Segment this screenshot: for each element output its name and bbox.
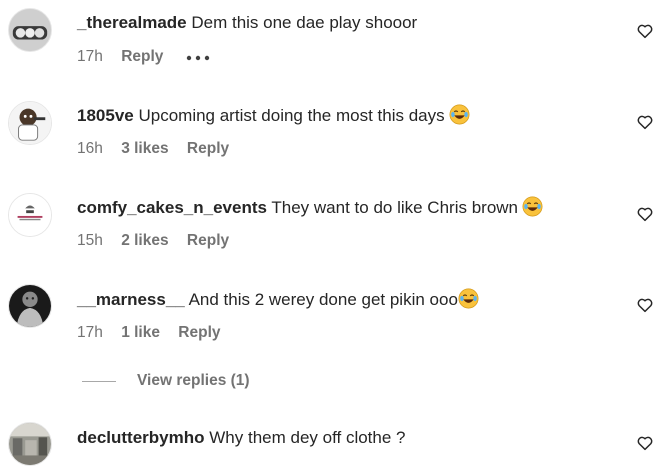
comment-item: declutterbymho Why them dey off clothe ?: [0, 0, 670, 466]
comment-line: __marness__ And this 2 werey done get pi…: [77, 288, 479, 311]
reply-button[interactable]: Reply: [178, 324, 220, 341]
comment-username[interactable]: 1805ve: [77, 106, 134, 125]
avatar-cake-logo-icon: [9, 194, 51, 236]
avatar-dark-photo-icon: [9, 285, 51, 327]
reply-button[interactable]: Reply: [187, 232, 229, 249]
comment-time[interactable]: 15h: [77, 232, 103, 249]
laughing-emoji-icon: [522, 196, 543, 217]
comment-text: And this 2 werey done get pikin ooo: [188, 290, 458, 309]
comment-line: 1805ve Upcoming artist doing the most th…: [77, 104, 470, 127]
comment-text: They want to do like Chris brown: [271, 198, 518, 217]
comment-meta: 16h 3 likes Reply: [77, 139, 243, 159]
likes-count[interactable]: 1 like: [121, 324, 160, 341]
heart-icon[interactable]: [636, 113, 654, 131]
heart-icon[interactable]: [636, 296, 654, 314]
comment-time[interactable]: 16h: [77, 140, 103, 157]
likes-count[interactable]: 2 likes: [121, 232, 168, 249]
comment-username[interactable]: declutterbymho: [77, 428, 205, 447]
view-replies-divider: [82, 380, 116, 382]
comment-text: Why them dey off clothe ?: [209, 428, 406, 447]
view-replies-button[interactable]: View replies (1): [82, 371, 250, 391]
comment-username[interactable]: __marness__: [77, 290, 185, 309]
comment-meta: 15h 2 likes Reply: [77, 231, 243, 251]
laughing-emoji-icon: [458, 288, 479, 309]
comment-time[interactable]: 17h: [77, 324, 103, 341]
avatar[interactable]: [8, 193, 52, 237]
view-replies-label: View replies (1): [137, 372, 250, 389]
comment-line: comfy_cakes_n_events They want to do lik…: [77, 196, 543, 219]
avatar[interactable]: [8, 284, 52, 328]
laughing-emoji-icon: [449, 104, 470, 125]
avatar-cartoon-character-icon: [9, 102, 51, 144]
heart-icon[interactable]: [636, 205, 654, 223]
avatar[interactable]: [8, 101, 52, 145]
likes-count[interactable]: 3 likes: [121, 140, 168, 157]
comment-text: Upcoming artist doing the most this days: [138, 106, 445, 125]
comment-username[interactable]: comfy_cakes_n_events: [77, 198, 267, 217]
avatar-room-photo-icon: [9, 423, 51, 465]
comment-meta: 17h 1 like Reply: [77, 323, 235, 343]
avatar[interactable]: [8, 422, 52, 466]
heart-icon[interactable]: [636, 434, 654, 452]
comment-line: declutterbymho Why them dey off clothe ?: [77, 427, 406, 449]
reply-button[interactable]: Reply: [187, 140, 229, 157]
